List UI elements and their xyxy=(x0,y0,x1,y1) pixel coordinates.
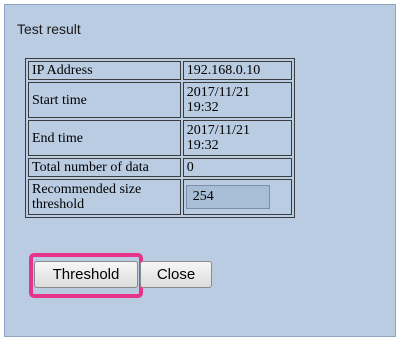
dialog-title: Test result xyxy=(17,21,81,37)
ip-address-label: IP Address xyxy=(28,61,181,80)
end-time-value: 2017/11/21 19:32 xyxy=(182,120,292,156)
recommended-threshold-highlight xyxy=(182,179,292,215)
table-row: IP Address 192.168.0.10 xyxy=(28,61,292,80)
start-time-label: Start time xyxy=(28,82,181,118)
total-number-value: 0 xyxy=(182,158,292,177)
recommended-threshold-label: Recommended size threshold xyxy=(28,179,181,215)
end-time-label: End time xyxy=(28,120,181,156)
ip-address-value: 192.168.0.10 xyxy=(182,61,292,80)
threshold-input[interactable] xyxy=(185,185,270,209)
table-row: End time 2017/11/21 19:32 xyxy=(28,120,292,156)
total-number-label: Total number of data xyxy=(28,158,181,177)
result-table: IP Address 192.168.0.10 Start time 2017/… xyxy=(25,58,295,218)
table-row: Recommended size threshold xyxy=(28,179,292,215)
table-row: Total number of data 0 xyxy=(28,158,292,177)
table-row: Start time 2017/11/21 19:32 xyxy=(28,82,292,118)
start-time-value: 2017/11/21 19:32 xyxy=(182,82,292,118)
test-result-dialog: Test result IP Address 192.168.0.10 Star… xyxy=(4,4,396,337)
close-button[interactable]: Close xyxy=(140,261,212,288)
threshold-button[interactable]: Threshold xyxy=(34,261,138,288)
